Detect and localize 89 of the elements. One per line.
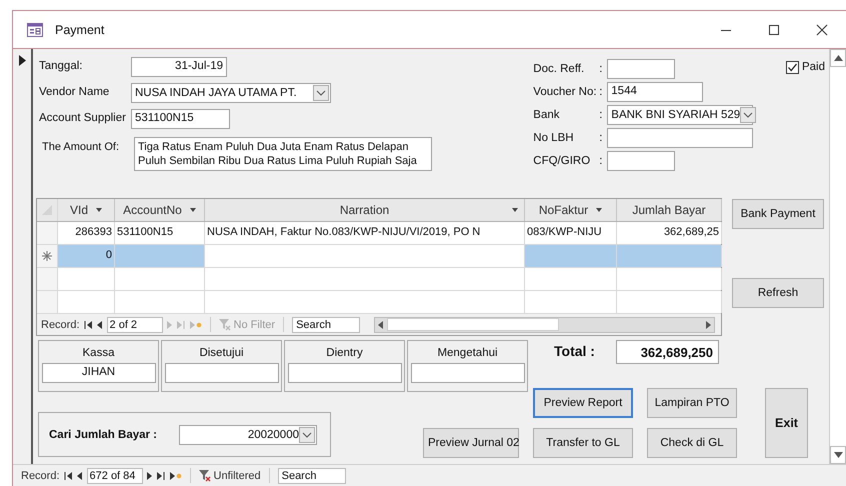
- colon-separator: :: [599, 86, 604, 98]
- vendor-dropdown[interactable]: NUSA INDAH JAYA UTAMA PT.: [131, 83, 331, 103]
- input-field[interactable]: [607, 128, 754, 148]
- table-cell: NUSA INDAH, Faktur No.083/KWP-NIJU/VI/2019, PO N: [205, 222, 525, 244]
- input-field[interactable]: [288, 363, 402, 383]
- amount-dropdown[interactable]: 20020000: [179, 424, 317, 444]
- bank-dropdown[interactable]: BANK BNI SYARIAH 529: [607, 105, 754, 125]
- approval-label: Dientry: [326, 346, 363, 359]
- scroll-right-icon[interactable]: [704, 320, 712, 328]
- column-header[interactable]: NoFaktur: [525, 199, 617, 221]
- row-selector[interactable]: [37, 245, 58, 267]
- window-title: Payment: [55, 22, 104, 36]
- table-cell: 286393: [58, 222, 115, 244]
- current-record-icon: [19, 55, 26, 66]
- input-field[interactable]: 31-Jul-19: [131, 57, 227, 77]
- maximize-icon[interactable]: [768, 24, 780, 36]
- column-header[interactable]: Jumlah Bayar: [617, 199, 722, 221]
- input-field[interactable]: 1544: [607, 82, 704, 102]
- approval-label: Kassa: [82, 346, 114, 359]
- field-label: No LBH: [533, 132, 575, 144]
- field-label: The Amount Of:: [42, 140, 120, 154]
- form-button[interactable]: Exit: [765, 388, 808, 458]
- scroll-down-icon[interactable]: [834, 452, 842, 458]
- form-button[interactable]: Check di GL: [647, 428, 737, 458]
- input-field[interactable]: [607, 59, 676, 79]
- input-field[interactable]: [607, 151, 676, 171]
- table-cell: 531100N15: [115, 222, 205, 244]
- vertical-scrollbar[interactable]: [829, 49, 846, 464]
- sort-menu-icon[interactable]: [596, 208, 602, 212]
- approval-label: Disetujui: [199, 346, 244, 359]
- input-field[interactable]: 531100N15: [131, 109, 230, 129]
- close-icon[interactable]: [816, 24, 828, 36]
- checkbox-label: Paid: [802, 61, 825, 73]
- column-header[interactable]: Narration: [205, 199, 525, 221]
- record-number-field[interactable]: 672 of 84: [86, 468, 143, 484]
- scroll-up-icon[interactable]: [834, 55, 842, 61]
- sort-menu-icon[interactable]: [190, 208, 196, 212]
- form-button[interactable]: Bank Payment: [732, 199, 824, 229]
- scroll-left-icon[interactable]: [377, 320, 386, 328]
- colon-separator: :: [599, 109, 604, 121]
- record-label: Record:: [41, 318, 80, 330]
- amount-text-field[interactable]: Tiga Ratus Enam Puluh Dua Juta Enam Ratus Delapan Puluh Sembilan Ribu Dua Ratus Lima Puluh Rupiah Saja: [134, 137, 432, 171]
- field-label: Doc. Reff.: [533, 63, 586, 75]
- field-label: Account Supplier: [39, 111, 127, 124]
- filter-icon: [218, 318, 231, 330]
- filter-toggle[interactable]: Unfiltered: [198, 470, 261, 482]
- total-label: Total :: [554, 342, 596, 359]
- new-record-icon[interactable]: [170, 472, 182, 480]
- column-header[interactable]: VId: [58, 199, 115, 221]
- form-button[interactable]: Lampiran PTO: [647, 388, 737, 418]
- column-header[interactable]: AccountNo: [115, 199, 205, 221]
- colon-separator: :: [599, 63, 604, 75]
- sort-menu-icon[interactable]: [96, 208, 102, 212]
- record-number-field[interactable]: 2 of 2: [106, 316, 163, 332]
- approval-label: Mengetahui: [437, 346, 498, 359]
- first-record-icon[interactable]: [64, 472, 73, 480]
- colon-separator: :: [599, 132, 604, 144]
- field-label: Cari Jumlah Bayar :: [49, 428, 158, 440]
- field-label: CFQ/GIRO: [533, 155, 592, 167]
- field-label: Voucher No:: [533, 86, 598, 98]
- input-field[interactable]: [164, 363, 278, 383]
- table-cell: 083/KWP-NIJU: [525, 222, 617, 244]
- form-button[interactable]: Preview Jurnal 02: [423, 428, 519, 458]
- record-label: Record:: [21, 470, 60, 482]
- total-field: 362,689,250: [616, 340, 719, 364]
- field-label: Vendor Name: [39, 85, 110, 98]
- checkbox[interactable]: [786, 60, 799, 74]
- form-button[interactable]: Preview Report: [533, 388, 633, 418]
- next-record-icon[interactable]: [146, 472, 153, 480]
- form-icon: [27, 22, 43, 36]
- form-button[interactable]: Transfer to GL: [533, 428, 633, 458]
- previous-record-icon[interactable]: [76, 472, 83, 480]
- input-field[interactable]: [410, 363, 524, 383]
- last-record-icon[interactable]: [156, 472, 166, 480]
- previous-record-icon[interactable]: [96, 320, 103, 328]
- sort-menu-icon[interactable]: [512, 208, 518, 212]
- new-record-icon: [42, 251, 52, 261]
- field-label: Tanggal:: [39, 59, 84, 72]
- colon-separator: :: [599, 155, 604, 167]
- field-label: Bank: [533, 109, 560, 121]
- search-field[interactable]: Search: [278, 468, 346, 484]
- horizontal-scrollbar[interactable]: [374, 316, 715, 332]
- search-field[interactable]: Search: [292, 316, 360, 332]
- table-cell: 0: [58, 245, 115, 267]
- first-record-icon[interactable]: [84, 320, 93, 328]
- table-cell: 362,689,25: [617, 222, 722, 244]
- input-field[interactable]: JIHAN: [42, 363, 156, 383]
- form-button[interactable]: Refresh: [732, 278, 824, 308]
- filter-icon: [198, 470, 211, 482]
